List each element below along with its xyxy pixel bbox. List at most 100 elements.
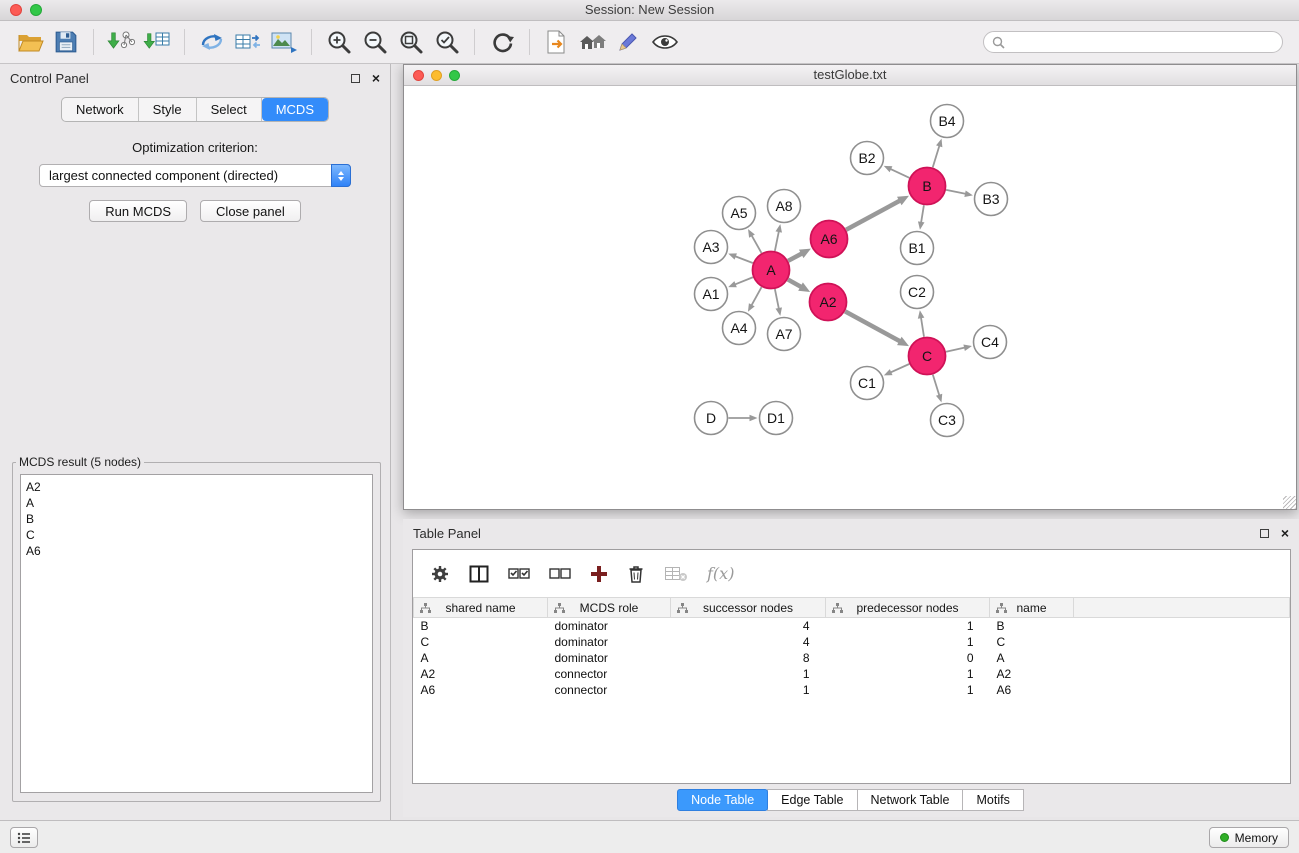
zoom-network-window-button[interactable] xyxy=(449,70,460,81)
graph-node-A5[interactable]: A5 xyxy=(723,197,756,230)
graph-node-A7[interactable]: A7 xyxy=(768,318,801,351)
graph-node-B[interactable]: B xyxy=(909,168,946,205)
column-header-predecessor-nodes[interactable]: predecessor nodes xyxy=(826,598,990,618)
graph-edge-A-A5[interactable] xyxy=(751,235,761,253)
graph-node-C2[interactable]: C2 xyxy=(901,276,934,309)
delete-table-button[interactable] xyxy=(664,565,688,583)
tab-select[interactable]: Select xyxy=(197,98,262,121)
tab-network-table[interactable]: Network Table xyxy=(857,789,964,811)
graph-edge-A-A6[interactable] xyxy=(788,253,802,260)
table-settings-button[interactable] xyxy=(430,564,450,584)
graph-edge-B-B4[interactable] xyxy=(933,145,940,167)
tab-mcds[interactable]: MCDS xyxy=(262,98,328,121)
column-header-name[interactable]: name xyxy=(990,598,1074,618)
graph-node-A2[interactable]: A2 xyxy=(810,284,847,321)
graph-node-C1[interactable]: C1 xyxy=(851,367,884,400)
graph-node-A3[interactable]: A3 xyxy=(695,231,728,264)
resize-grip[interactable] xyxy=(1283,496,1296,509)
close-panel-button[interactable]: Close panel xyxy=(200,200,301,222)
graph-node-A4[interactable]: A4 xyxy=(723,312,756,345)
import-network-button[interactable] xyxy=(103,24,139,60)
graph-node-C3[interactable]: C3 xyxy=(931,404,964,437)
graph-edge-B-B3[interactable] xyxy=(946,190,966,194)
import-table-button[interactable] xyxy=(139,24,175,60)
export-image-button[interactable] xyxy=(266,24,302,60)
graph-edge-A-A2[interactable] xyxy=(788,280,801,288)
memory-button[interactable]: Memory xyxy=(1209,827,1289,848)
delete-column-button[interactable] xyxy=(627,564,645,584)
float-panel-icon[interactable] xyxy=(351,74,360,83)
column-header-successor-nodes[interactable]: successor nodes xyxy=(671,598,826,618)
table-row[interactable]: Adominator80A xyxy=(414,650,1290,666)
tab-motifs[interactable]: Motifs xyxy=(962,789,1023,811)
graph-edge-C-C1[interactable] xyxy=(890,364,909,373)
mcds-result-list[interactable]: A2 A B C A6 xyxy=(20,474,373,793)
zoom-in-button[interactable] xyxy=(321,24,357,60)
graph-node-A6[interactable]: A6 xyxy=(811,221,848,258)
graph-edge-B-B1[interactable] xyxy=(921,205,924,223)
zoom-selected-button[interactable] xyxy=(429,24,465,60)
graph-edge-A-A4[interactable] xyxy=(751,287,761,306)
search-input[interactable] xyxy=(983,31,1283,53)
network-canvas[interactable]: B4 B2 B B3 A5 A8 A6 A3 B1 A C2 A1 A2 A4 A7 C4 C C1 D D1 C3 xyxy=(404,87,1296,509)
run-mcds-button[interactable]: Run MCDS xyxy=(89,200,187,222)
table-row[interactable]: Bdominator41B xyxy=(414,618,1290,634)
graph-edge-B-B2[interactable] xyxy=(890,169,909,178)
tab-network[interactable]: Network xyxy=(62,98,139,121)
show-details-button[interactable] xyxy=(647,24,683,60)
tab-style[interactable]: Style xyxy=(139,98,197,121)
criterion-dropdown[interactable]: largest connected component (directed) xyxy=(39,164,351,187)
tab-edge-table[interactable]: Edge Table xyxy=(767,789,857,811)
close-panel-icon[interactable]: × xyxy=(1281,527,1289,539)
graph-node-D[interactable]: D xyxy=(695,402,728,435)
column-header-mcds-role[interactable]: MCDS role xyxy=(548,598,671,618)
graph-node-B3[interactable]: B3 xyxy=(975,183,1008,216)
ndex-button[interactable] xyxy=(575,24,611,60)
zoom-fit-button[interactable] xyxy=(393,24,429,60)
graph-node-B4[interactable]: B4 xyxy=(931,105,964,138)
column-header-shared-name[interactable]: shared name xyxy=(414,598,548,618)
annotation-button[interactable] xyxy=(611,24,647,60)
save-session-button[interactable] xyxy=(48,24,84,60)
tab-node-table[interactable]: Node Table xyxy=(677,789,768,811)
network-window-titlebar[interactable]: testGlobe.txt xyxy=(404,65,1296,86)
graph-edge-A-A7[interactable] xyxy=(775,289,779,309)
graph-node-A8[interactable]: A8 xyxy=(768,190,801,223)
close-panel-icon[interactable]: × xyxy=(372,72,380,84)
graph-node-B2[interactable]: B2 xyxy=(851,142,884,175)
close-window-button[interactable] xyxy=(10,4,22,16)
export-document-button[interactable] xyxy=(539,24,575,60)
select-all-button[interactable] xyxy=(508,566,530,582)
graph-edge-A6-B[interactable] xyxy=(846,201,900,230)
export-table-button[interactable] xyxy=(230,24,266,60)
graph-node-D1[interactable]: D1 xyxy=(760,402,793,435)
graph-edge-A-A3[interactable] xyxy=(735,256,753,263)
graph-edge-C-C3[interactable] xyxy=(933,375,940,396)
graph-node-C4[interactable]: C4 xyxy=(974,326,1007,359)
graph-node-C[interactable]: C xyxy=(909,338,946,375)
open-session-button[interactable] xyxy=(12,24,48,60)
graph-edge-A-A8[interactable] xyxy=(775,231,779,251)
apply-layout-button[interactable] xyxy=(484,24,520,60)
graph-edge-C-C2[interactable] xyxy=(921,317,924,337)
table-row[interactable]: A6connector11A6 xyxy=(414,682,1290,698)
export-network-button[interactable] xyxy=(194,24,230,60)
deselect-all-button[interactable] xyxy=(549,566,571,582)
show-columns-button[interactable] xyxy=(469,565,489,583)
task-history-button[interactable] xyxy=(10,827,38,848)
table-row[interactable]: Cdominator41C xyxy=(414,634,1290,650)
add-column-button[interactable] xyxy=(590,565,608,583)
graph-node-A[interactable]: A xyxy=(753,252,790,289)
minimize-network-window-button[interactable] xyxy=(431,70,442,81)
zoom-out-button[interactable] xyxy=(357,24,393,60)
close-network-window-button[interactable] xyxy=(413,70,424,81)
float-panel-icon[interactable] xyxy=(1260,529,1269,538)
table-row[interactable]: A2connector11A2 xyxy=(414,666,1290,682)
graph-edge-A-A1[interactable] xyxy=(735,277,753,284)
graph-edge-A2-C[interactable] xyxy=(845,311,900,341)
graph-edge-C-C4[interactable] xyxy=(946,348,965,352)
zoom-window-button[interactable] xyxy=(30,4,42,16)
function-builder-button[interactable]: f(x) xyxy=(707,564,734,583)
graph-node-B1[interactable]: B1 xyxy=(901,232,934,265)
graph-node-A1[interactable]: A1 xyxy=(695,278,728,311)
